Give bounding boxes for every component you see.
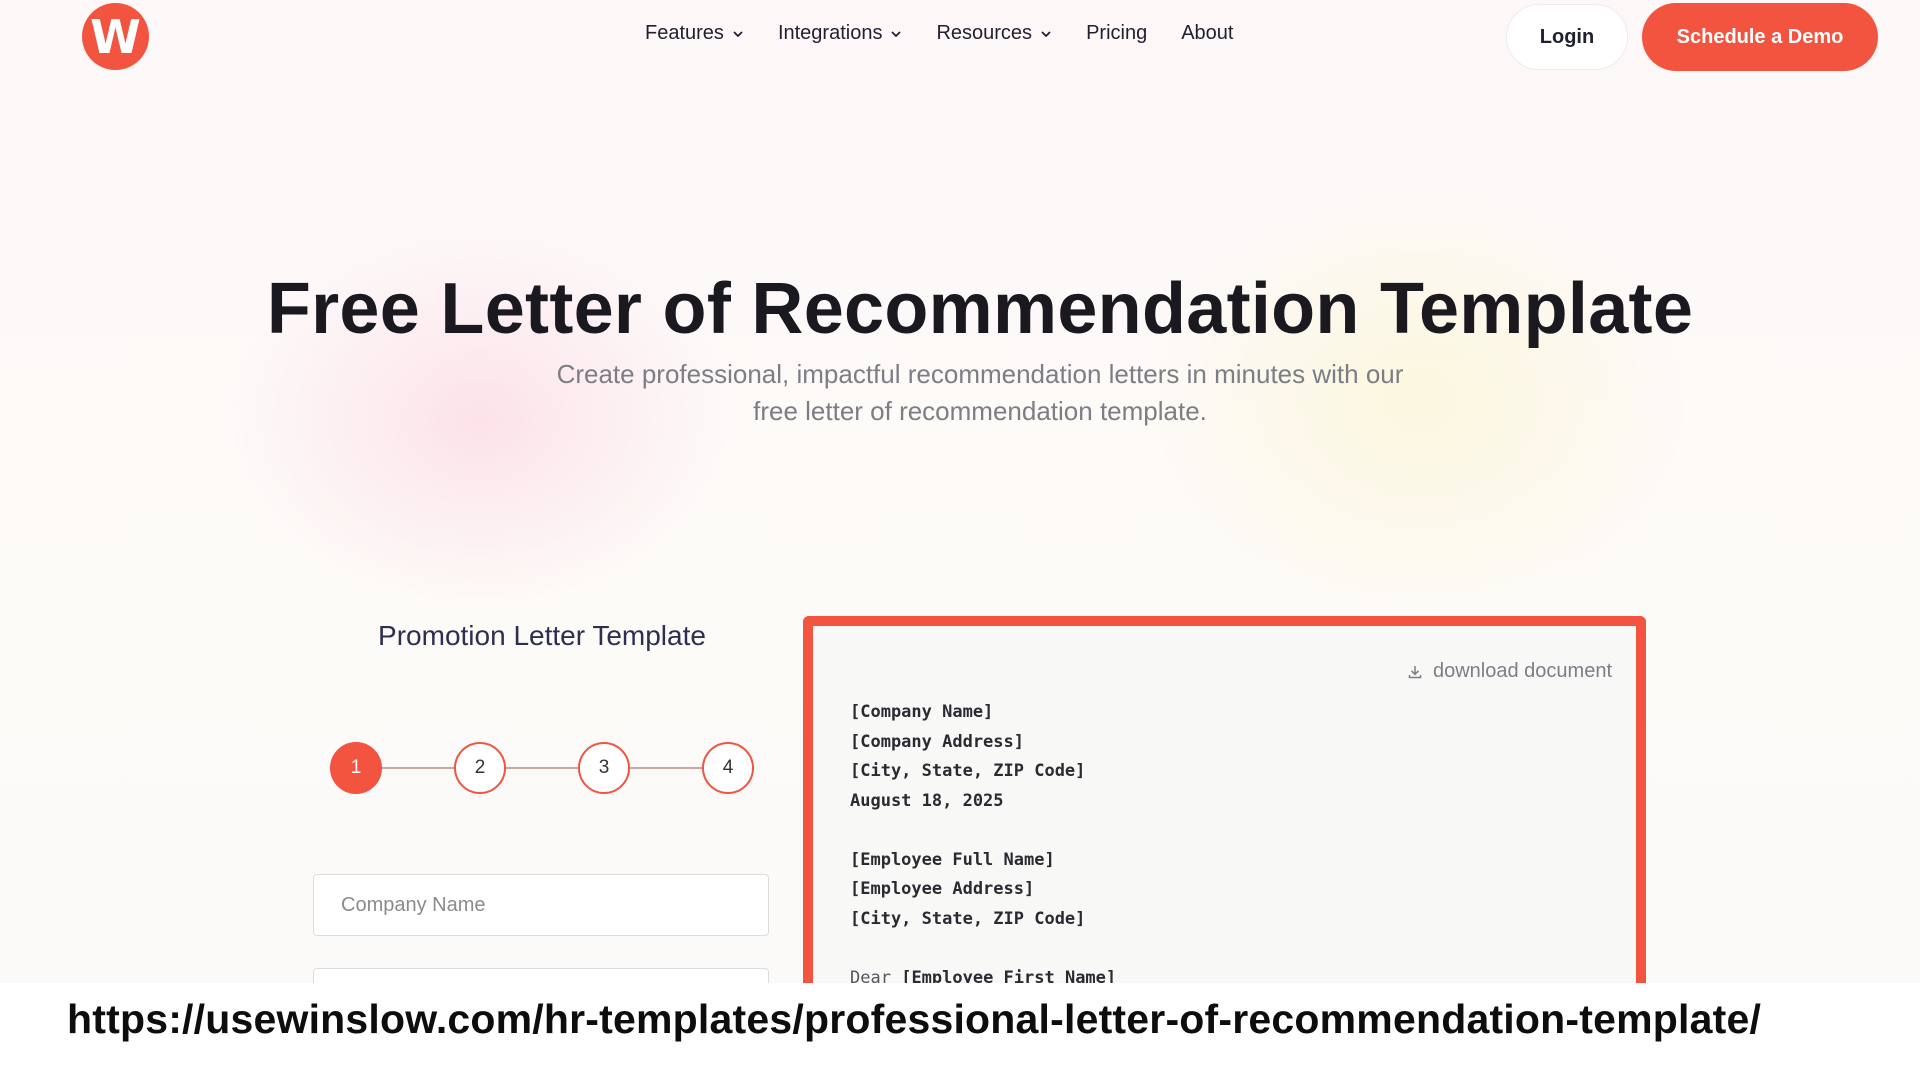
letter-date: August 18, 2025 [850, 790, 1004, 811]
step-4[interactable]: 4 [702, 742, 754, 794]
url-caption: https://usewinslow.com/hr-templates/prof… [0, 983, 1920, 1080]
page: W Features Integrations Resources Pricin… [0, 0, 1920, 1080]
step-3[interactable]: 3 [578, 742, 630, 794]
schedule-demo-button[interactable]: Schedule a Demo [1642, 3, 1878, 71]
page-title: Free Letter of Recommendation Template [266, 269, 1694, 349]
chevron-down-icon [1041, 30, 1051, 37]
letter-employee-name: [Employee Full Name] [850, 849, 1055, 870]
nav-label-about: About [1181, 22, 1234, 44]
letter-company-name: [Company Name] [850, 702, 994, 722]
nav-label-pricing: Pricing [1086, 22, 1148, 44]
nav-label-resources: Resources [936, 22, 1033, 44]
step-2[interactable]: 2 [454, 742, 506, 794]
nav-label-integrations: Integrations [777, 22, 883, 44]
step-connector [502, 767, 578, 769]
nav-item-about[interactable]: About [1181, 22, 1233, 45]
logo-letter: W [90, 9, 141, 64]
letter-spacer [850, 934, 1116, 964]
letter-employee-city: [City, State, ZIP Code] [850, 908, 1086, 929]
subtitle-line-1: Create professional, impactful recommend… [556, 359, 1404, 389]
letter-company-address: [Company Address] [850, 731, 1024, 752]
nav-links: Features Integrations Resources Pricing … [645, 22, 1233, 45]
nav-label-features: Features [645, 22, 724, 44]
nav-item-pricing[interactable]: Pricing [1086, 22, 1147, 45]
step-indicator: 1 2 3 4 [330, 742, 754, 794]
top-nav: W Features Integrations Resources Pricin… [0, 0, 1920, 76]
company-name-input[interactable] [313, 874, 769, 936]
download-icon [1408, 665, 1422, 678]
download-label: download document [1432, 660, 1612, 682]
step-1[interactable]: 1 [330, 742, 382, 794]
letter-spacer [850, 816, 1116, 846]
form-title: Promotion Letter Template [378, 620, 706, 651]
subtitle-line-2: free letter of recommendation template. [753, 396, 1207, 426]
chevron-down-icon [891, 30, 902, 37]
nav-item-integrations[interactable]: Integrations [778, 22, 903, 45]
letter-company-city: [City, State, ZIP Code] [850, 761, 1086, 781]
download-document-button[interactable]: download document [1407, 660, 1612, 683]
chevron-down-icon [733, 30, 743, 37]
letter-preview: download document [Company Name] [Compan… [803, 616, 1646, 1016]
step-connector [626, 767, 702, 769]
letter-employee-address: [Employee Address] [850, 879, 1035, 899]
login-button[interactable]: Login [1506, 4, 1628, 70]
page-url: https://usewinslow.com/hr-templates/prof… [67, 996, 1762, 1042]
winslow-logo-icon[interactable]: W [82, 3, 149, 70]
nav-item-features[interactable]: Features [645, 22, 744, 45]
page-subtitle: Create professional, impactful recommend… [470, 356, 1490, 430]
letter-body: [Company Name] [Company Address] [City, … [850, 698, 1116, 993]
nav-item-resources[interactable]: Resources [936, 22, 1052, 45]
step-connector [378, 767, 454, 769]
